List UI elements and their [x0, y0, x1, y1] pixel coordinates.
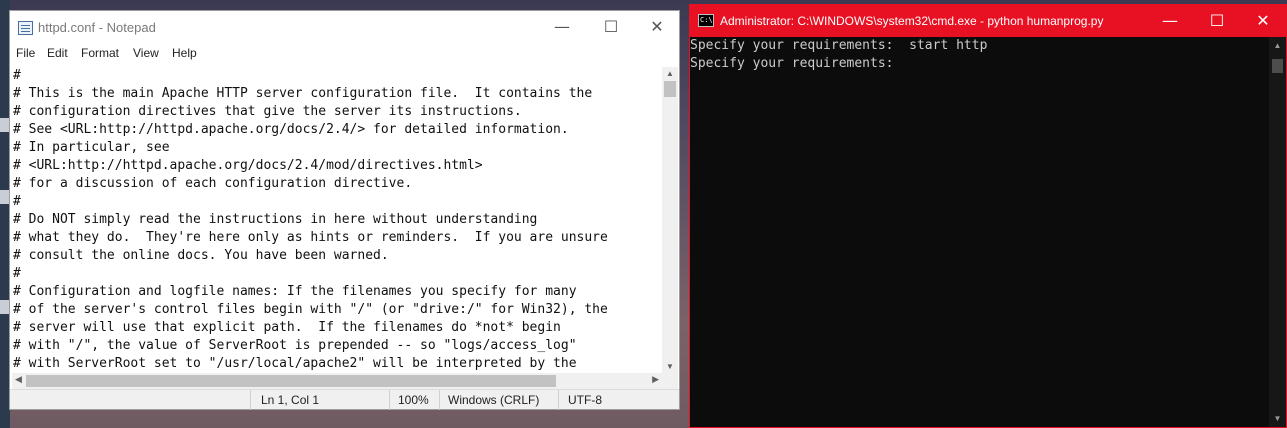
status-line-endings: Windows (CRLF): [448, 393, 540, 407]
text-line: # This is the main Apache HTTP server co…: [13, 86, 593, 101]
console-window: C:\ Administrator: C:\WINDOWS\system32\c…: [689, 4, 1287, 428]
notepad-status-bar: Ln 1, Col 1 100% Windows (CRLF) UTF-8: [10, 389, 679, 410]
scroll-thumb[interactable]: [1272, 59, 1283, 73]
text-line: #: [13, 266, 21, 281]
notepad-minimize-button[interactable]: —: [539, 11, 585, 43]
notepad-maximize-button[interactable]: ☐: [588, 11, 634, 43]
status-divider: [250, 390, 251, 410]
text-line: # Do NOT simply read the instructions in…: [13, 212, 538, 227]
scroll-right-icon[interactable]: ▶: [652, 374, 659, 385]
desktop-icon-fragment[interactable]: [0, 190, 9, 204]
menu-view[interactable]: View: [133, 46, 159, 60]
status-divider: [558, 390, 559, 410]
notepad-close-button[interactable]: ✕: [634, 11, 680, 43]
text-line: # <URL:http://httpd.apache.org/docs/2.4/…: [13, 158, 483, 173]
menu-format[interactable]: Format: [81, 46, 119, 60]
text-line: # of the server's control files begin wi…: [13, 302, 608, 317]
notepad-title-bar[interactable]: httpd.conf - Notepad — ☐ ✕: [10, 11, 679, 45]
notepad-window: httpd.conf - Notepad — ☐ ✕ File Edit For…: [9, 10, 680, 410]
notepad-app-icon: [18, 21, 33, 35]
menu-edit[interactable]: Edit: [47, 46, 68, 60]
text-line: # with "/", the value of ServerRoot is p…: [13, 338, 577, 353]
console-line: Specify your requirements: start http: [690, 38, 988, 53]
scroll-up-icon[interactable]: ▲: [662, 69, 678, 78]
text-line: # with ServerRoot set to "/usr/local/apa…: [13, 356, 577, 371]
scroll-thumb[interactable]: [664, 81, 676, 97]
status-divider: [439, 390, 440, 410]
console-vertical-scrollbar[interactable]: ▲ ▼: [1269, 37, 1286, 427]
scroll-left-icon[interactable]: ◀: [15, 374, 22, 385]
notepad-vertical-scrollbar[interactable]: ▲ ▼: [662, 67, 678, 373]
status-zoom: 100%: [398, 393, 429, 407]
scrollbar-corner: [662, 373, 678, 389]
console-app-icon: C:\: [698, 14, 714, 27]
status-cursor-position: Ln 1, Col 1: [261, 393, 320, 407]
notepad-menu-bar: File Edit Format View Help: [10, 45, 679, 65]
text-line: # for a discussion of each configuration…: [13, 176, 413, 191]
scroll-down-icon[interactable]: ▼: [662, 362, 678, 371]
scroll-down-icon[interactable]: ▼: [1269, 414, 1286, 423]
status-divider: [389, 390, 390, 410]
menu-file[interactable]: File: [16, 46, 35, 60]
status-encoding: UTF-8: [568, 393, 602, 407]
console-window-title: Administrator: C:\WINDOWS\system32\cmd.e…: [720, 14, 1104, 28]
text-line: # In particular, see: [13, 140, 170, 155]
menu-help[interactable]: Help: [172, 46, 197, 60]
console-title-bar[interactable]: C:\ Administrator: C:\WINDOWS\system32\c…: [690, 5, 1286, 37]
desktop-icon-fragment[interactable]: [0, 118, 9, 132]
text-line: #: [13, 68, 21, 83]
console-maximize-button[interactable]: ☐: [1194, 5, 1240, 37]
text-line: # Configuration and logfile names: If th…: [13, 284, 577, 299]
console-line: Specify your requirements:: [690, 56, 894, 71]
scroll-up-icon[interactable]: ▲: [1269, 41, 1286, 50]
console-output[interactable]: Specify your requirements: start http Sp…: [690, 37, 1270, 427]
notepad-window-title: httpd.conf - Notepad: [38, 20, 156, 35]
notepad-horizontal-scrollbar[interactable]: ◀ ▶: [12, 373, 662, 389]
text-line: # configuration directives that give the…: [13, 104, 522, 119]
console-minimize-button[interactable]: —: [1147, 5, 1193, 37]
text-line: # consult the online docs. You have been…: [13, 248, 389, 263]
notepad-text-area[interactable]: # # This is the main Apache HTTP server …: [12, 67, 663, 373]
text-line: # server will use that explicit path. If…: [13, 320, 561, 335]
console-close-button[interactable]: ✕: [1240, 5, 1286, 37]
text-line: # what they do. They're here only as hin…: [13, 230, 608, 245]
desktop-icon-fragment[interactable]: [0, 300, 9, 314]
text-line: #: [13, 194, 21, 209]
text-line: # See <URL:http://httpd.apache.org/docs/…: [13, 122, 569, 137]
scroll-thumb[interactable]: [26, 375, 556, 387]
